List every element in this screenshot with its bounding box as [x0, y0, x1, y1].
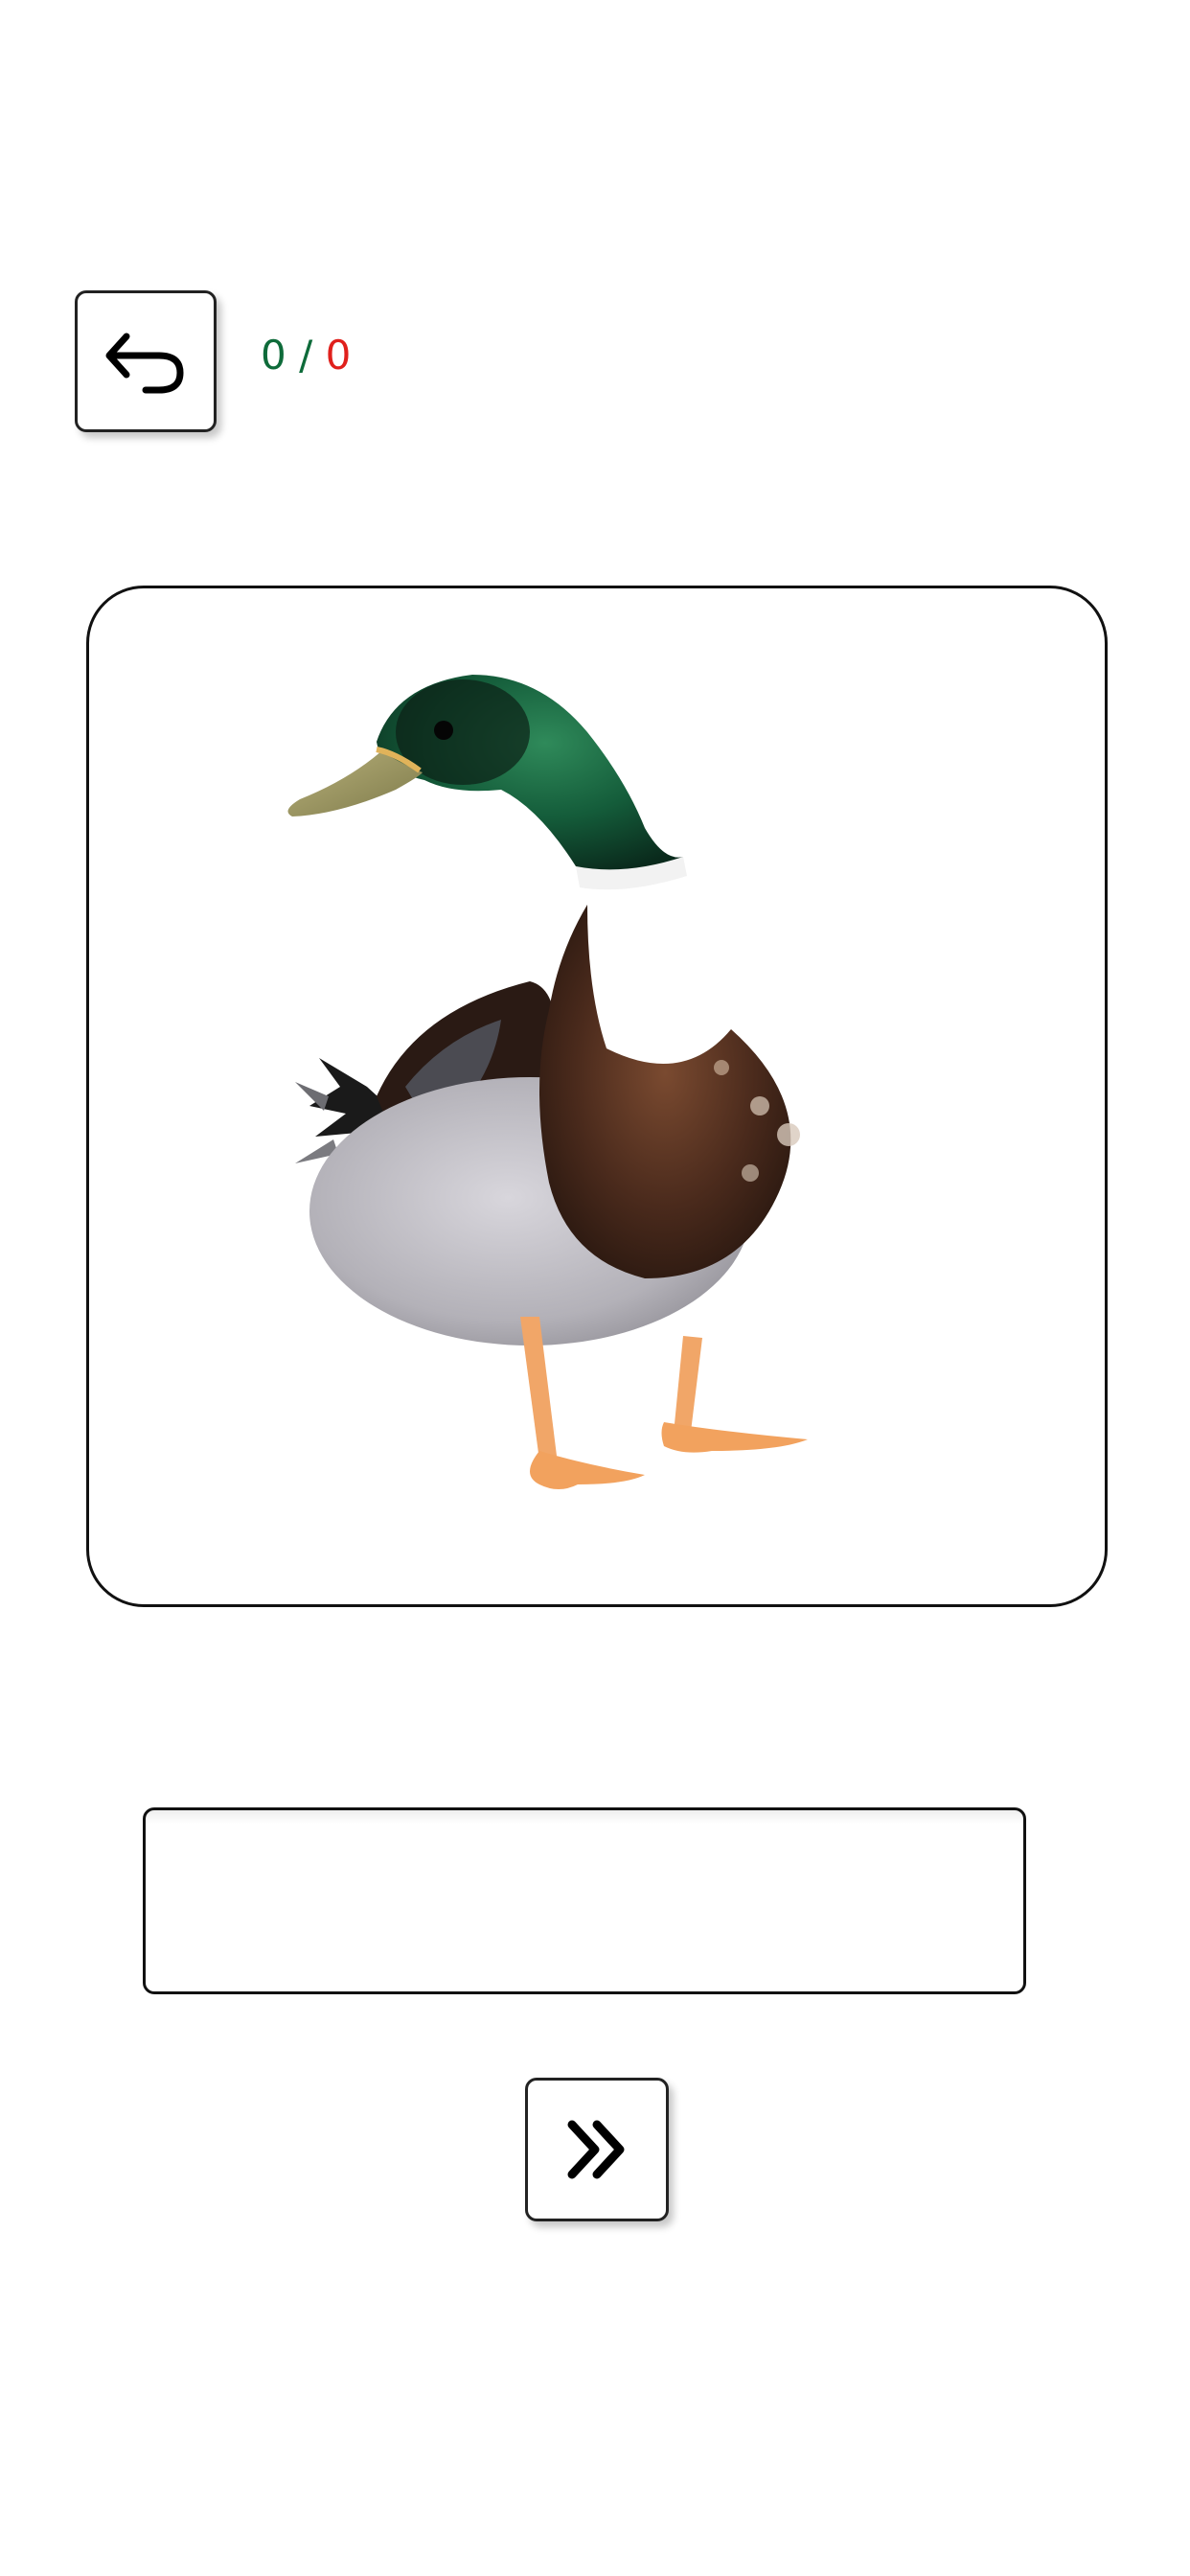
image-card: [86, 586, 1108, 1607]
score-counter: 0 / 0: [261, 332, 351, 380]
correct-count: 0: [261, 332, 286, 379]
back-button[interactable]: [75, 290, 217, 432]
score-separator: /: [299, 332, 313, 379]
undo-arrow-icon: [105, 333, 184, 394]
double-chevron-right-icon: [567, 2120, 625, 2179]
answer-input[interactable]: [143, 1807, 1026, 1994]
wrong-count: 0: [325, 332, 352, 379]
mallard-duck-image: [287, 675, 808, 1489]
next-button[interactable]: [525, 2078, 669, 2221]
